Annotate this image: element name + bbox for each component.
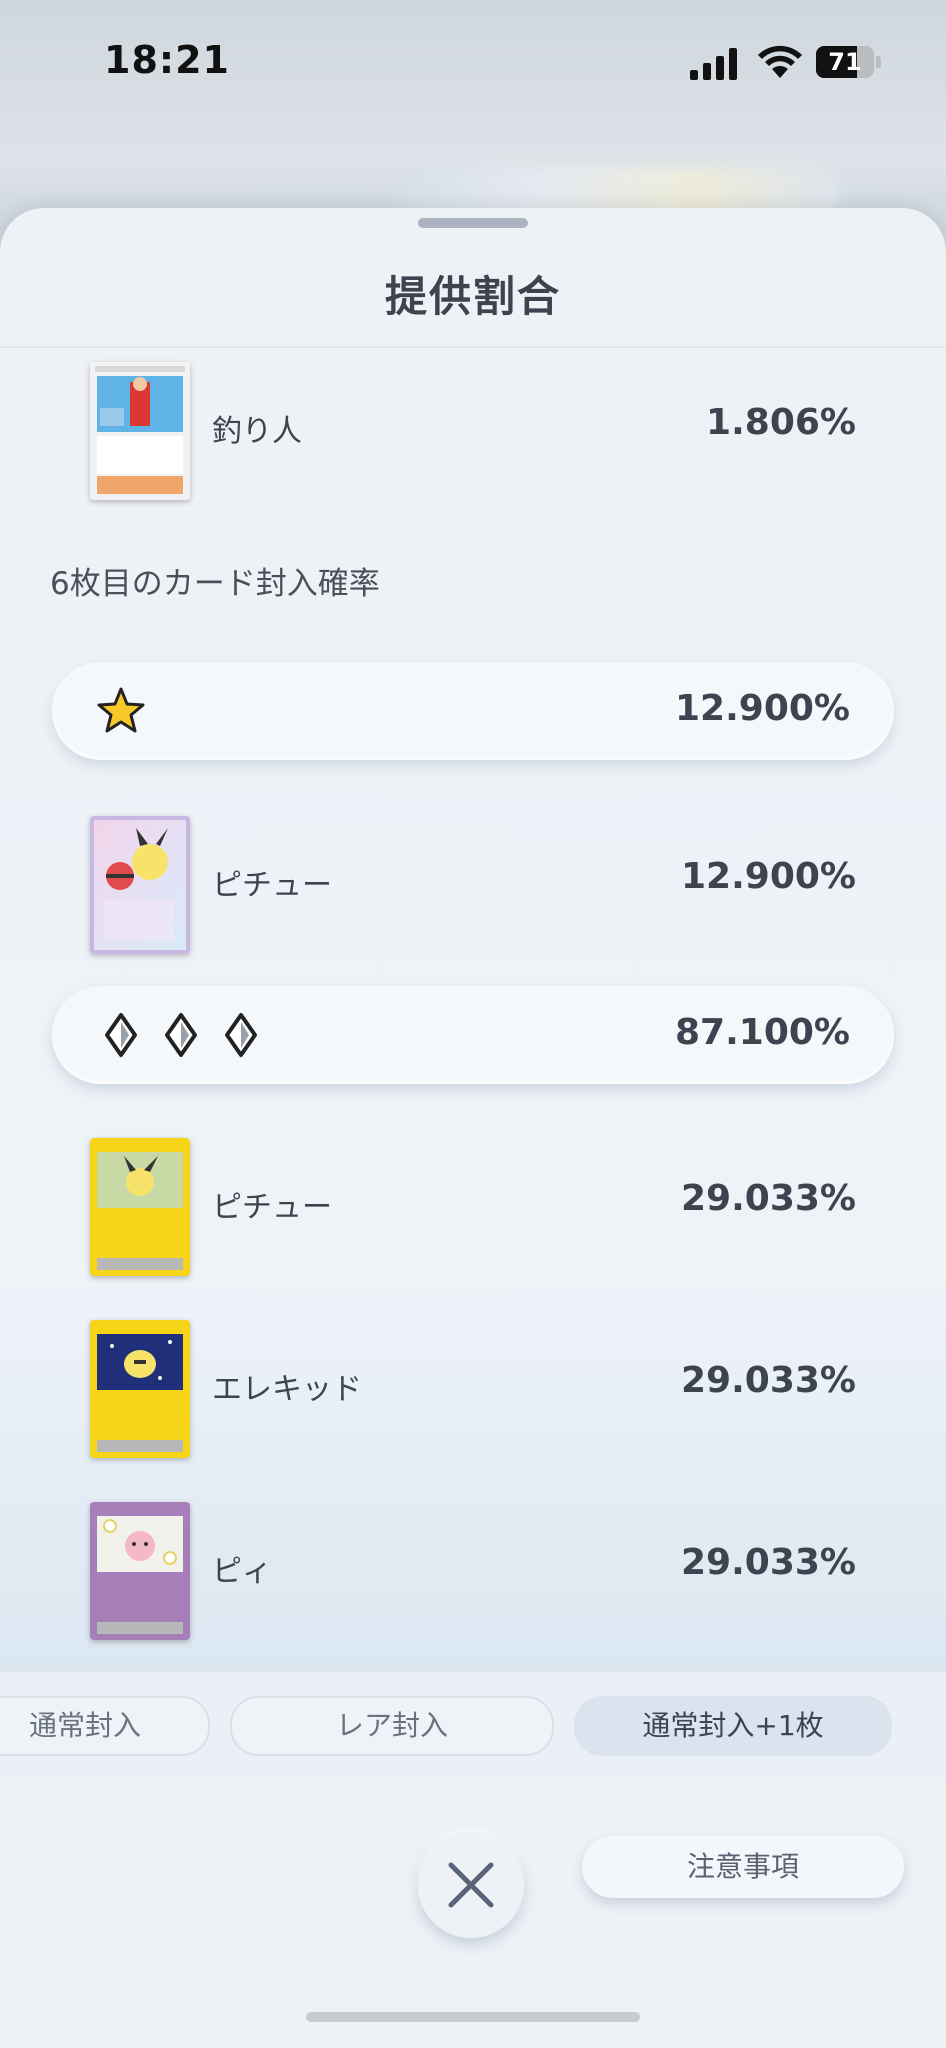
star-icon <box>97 687 145 733</box>
card-image-elekid <box>90 1320 190 1458</box>
card-image-pichu <box>90 1138 190 1276</box>
list-item: ピチュー 29.033% <box>0 1132 946 1276</box>
card-percent: 29.033% <box>681 1542 856 1583</box>
tab-rare[interactable]: レア封入 <box>230 1696 554 1756</box>
card-percent: 12.900% <box>681 856 856 897</box>
rarity-bar-diamond: 87.100% <box>52 986 894 1084</box>
card-image-cleffa <box>90 1502 190 1640</box>
close-icon <box>448 1862 494 1908</box>
home-indicator[interactable] <box>306 2012 640 2022</box>
wifi-icon <box>758 45 802 78</box>
list-item: ピィ 29.033% <box>0 1496 946 1640</box>
card-name: ピチュー <box>212 1190 332 1225</box>
bottom-actions: 注意事項 <box>0 1782 946 2045</box>
list-item: 釣り人 1.806% <box>0 356 946 500</box>
battery-icon: 71 <box>816 46 882 80</box>
rarity-percent: 87.100% <box>675 1012 850 1053</box>
rarity-percent: 12.900% <box>675 688 850 729</box>
battery-percent: 71 <box>828 48 862 76</box>
diamond-icon <box>165 1013 197 1057</box>
status-time: 18:21 <box>104 38 230 82</box>
diamond-icon <box>225 1013 257 1057</box>
rates-list[interactable]: 釣り人 1.806% 6枚目のカード封入確率 12.900% ピチュー 12.9… <box>0 348 946 1673</box>
list-item: エレキッド 29.033% <box>0 1314 946 1458</box>
diamond-icon <box>105 1013 137 1057</box>
cellular-signal-icon <box>690 48 737 80</box>
rarity-icons <box>96 1010 266 1060</box>
pack-type-tabs: 通常封入 レア封入 通常封入+1枚 <box>0 1670 946 1784</box>
sheet-title: 提供割合 <box>384 272 561 321</box>
card-name: 釣り人 <box>212 414 302 449</box>
tab-normal[interactable]: 通常封入 <box>0 1696 210 1756</box>
close-button[interactable] <box>418 1832 524 1938</box>
status-bar: 18:21 71 <box>0 0 946 130</box>
card-name: ピィ <box>212 1554 272 1589</box>
notes-button[interactable]: 注意事項 <box>582 1836 904 1898</box>
rarity-bar-star: 12.900% <box>52 662 894 760</box>
card-percent: 29.033% <box>681 1360 856 1401</box>
tab-normal-plus-one[interactable]: 通常封入+1枚 <box>574 1696 892 1756</box>
sheet-grabber[interactable] <box>418 218 528 228</box>
drop-rate-sheet: 提供割合 釣り人 1.806% 6枚目のカード封入確率 12.900% ピチュー… <box>0 208 946 2048</box>
card-percent: 1.806% <box>706 402 856 443</box>
card-name: ピチュー <box>212 868 332 903</box>
card-image-trainer <box>90 362 190 500</box>
sixth-card-section-label: 6枚目のカード封入確率 <box>50 566 380 602</box>
card-percent: 29.033% <box>681 1178 856 1219</box>
card-name: エレキッド <box>212 1372 362 1407</box>
list-item: ピチュー 12.900% <box>0 810 946 954</box>
card-image-pichu-art <box>90 816 190 954</box>
